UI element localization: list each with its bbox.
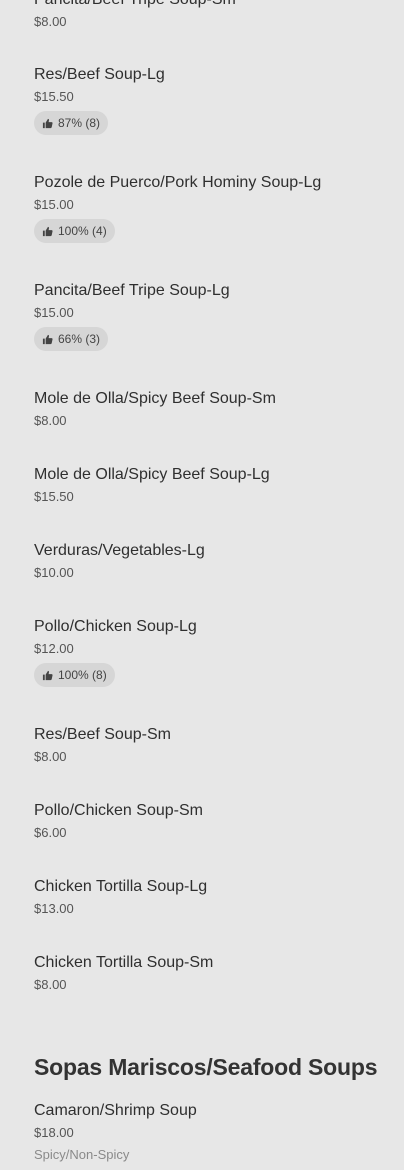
menu-item[interactable]: Pollo/Chicken Soup-Lg $12.00 100% (8)	[34, 617, 388, 687]
thumbs-up-icon	[42, 226, 53, 236]
menu-item[interactable]: Pancita/Beef Tripe Soup-Lg $15.00 66% (3…	[34, 281, 388, 351]
menu-item-price: $8.00	[34, 749, 67, 764]
menu-item[interactable]: Pozole de Puerco/Pork Hominy Soup-Lg $15…	[34, 173, 388, 243]
menu-item-name: Chicken Tortilla Soup-Lg	[34, 878, 208, 895]
menu-item[interactable]: Pancita/Beef Tripe Soup-Sm $8.00	[34, 0, 388, 30]
menu-item-name: Pollo/Chicken Soup-Lg	[34, 618, 197, 635]
menu-item-name: Mole de Olla/Spicy Beef Soup-Sm	[34, 390, 276, 407]
menu-item-name: Pollo/Chicken Soup-Sm	[34, 802, 203, 819]
menu-item-name: Mole de Olla/Spicy Beef Soup-Lg	[34, 466, 270, 483]
menu-item-name: Pancita/Beef Tripe Soup-Lg	[34, 282, 230, 299]
menu-item-name: Chicken Tortilla Soup-Sm	[34, 954, 214, 971]
menu-item[interactable]: Res/Beef Soup-Sm $8.00	[34, 725, 388, 765]
menu-item-name: Pozole de Puerco/Pork Hominy Soup-Lg	[34, 174, 322, 191]
rating-text: 66% (3)	[58, 332, 101, 346]
menu-item[interactable]: Camaron/Shrimp Soup $18.00 Spicy/Non-Spi…	[34, 1101, 388, 1162]
menu-item-price: $6.00	[34, 825, 67, 840]
menu-item[interactable]: Mole de Olla/Spicy Beef Soup-Sm $8.00	[34, 389, 388, 429]
menu-item[interactable]: Mole de Olla/Spicy Beef Soup-Lg $15.50	[34, 465, 388, 505]
thumbs-up-icon	[42, 118, 53, 128]
menu-item-price: $10.00	[34, 565, 74, 580]
menu-item-price: $8.00	[34, 413, 67, 428]
menu-item[interactable]: Pollo/Chicken Soup-Sm $6.00	[34, 801, 388, 841]
menu-item-description: Spicy/Non-Spicy	[34, 1147, 130, 1162]
menu-item[interactable]: Chicken Tortilla Soup-Sm $8.00	[34, 953, 388, 993]
menu-item-name: Verduras/Vegetables-Lg	[34, 542, 205, 559]
rating-text: 87% (8)	[58, 116, 101, 130]
rating-badge: 66% (3)	[34, 327, 109, 351]
rating-text: 100% (4)	[58, 224, 107, 238]
menu-item-price: $15.00	[34, 197, 74, 212]
menu-item-name: Camaron/Shrimp Soup	[34, 1102, 197, 1119]
section-title: Sopas Mariscos/Seafood Soups	[34, 1054, 378, 1080]
menu-item-price: $8.00	[34, 977, 67, 992]
menu-item-price: $12.00	[34, 641, 74, 656]
menu-item-name: Res/Beef Soup-Sm	[34, 726, 171, 743]
menu-item-price: $13.00	[34, 901, 74, 916]
menu-item[interactable]: Res/Beef Soup-Lg $15.50 87% (8)	[34, 65, 388, 135]
thumbs-up-icon	[42, 670, 53, 680]
menu-item-price: $15.50	[34, 89, 74, 104]
menu-item[interactable]: Verduras/Vegetables-Lg $10.00	[34, 541, 388, 581]
menu-item-name: Pancita/Beef Tripe Soup-Sm	[34, 0, 388, 10]
rating-text: 100% (8)	[58, 668, 107, 682]
menu-item[interactable]: Chicken Tortilla Soup-Lg $13.00	[34, 877, 388, 917]
rating-badge: 87% (8)	[34, 111, 109, 135]
rating-badge: 100% (4)	[34, 219, 115, 243]
menu-item-price: $15.00	[34, 305, 74, 320]
menu-item-price: $8.00	[34, 14, 67, 29]
rating-badge: 100% (8)	[34, 663, 115, 687]
menu-item-price: $15.50	[34, 489, 74, 504]
menu-item-name: Res/Beef Soup-Lg	[34, 66, 165, 83]
menu-item-price: $18.00	[34, 1125, 74, 1140]
thumbs-up-icon	[42, 334, 53, 344]
